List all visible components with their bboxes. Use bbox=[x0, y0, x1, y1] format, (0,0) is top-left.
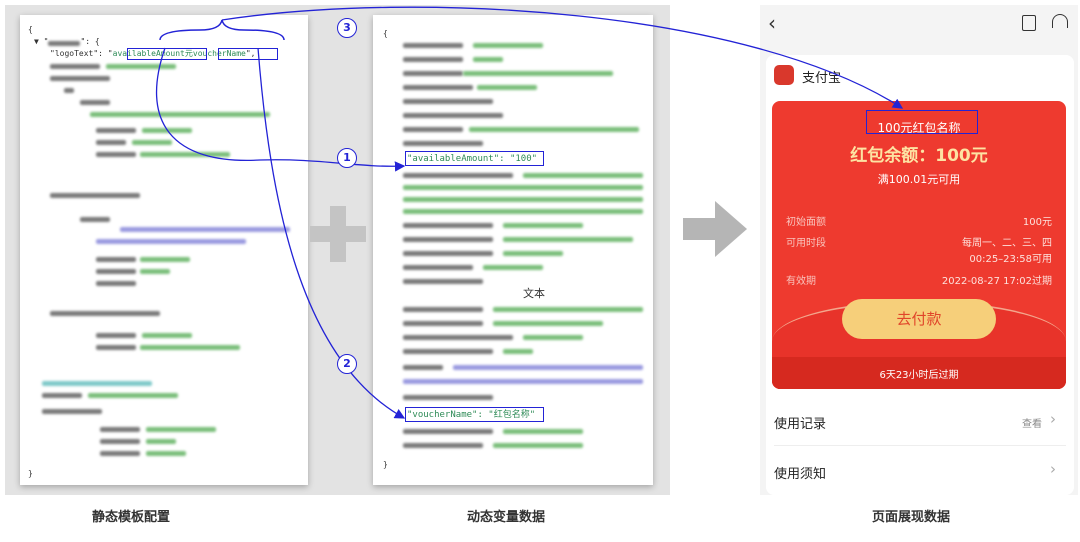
connector-1 bbox=[155, 47, 406, 172]
connector-3 bbox=[221, 6, 904, 109]
brace-shape bbox=[159, 19, 285, 41]
connector-2 bbox=[257, 47, 406, 419]
caption-dynamic-data: 动态变量数据 bbox=[467, 510, 546, 525]
connector-lines bbox=[155, 6, 904, 419]
step-marker-1: 1 bbox=[337, 148, 357, 168]
diagram: { ▼ " ": { "logoText": "availableAmount元v… bbox=[0, 0, 1080, 542]
caption-page-data: 页面展现数据 bbox=[872, 510, 951, 525]
step-marker-3: 3 bbox=[337, 18, 357, 38]
caption-static-template: 静态模板配置 bbox=[92, 510, 171, 525]
step-marker-2: 2 bbox=[337, 354, 357, 374]
